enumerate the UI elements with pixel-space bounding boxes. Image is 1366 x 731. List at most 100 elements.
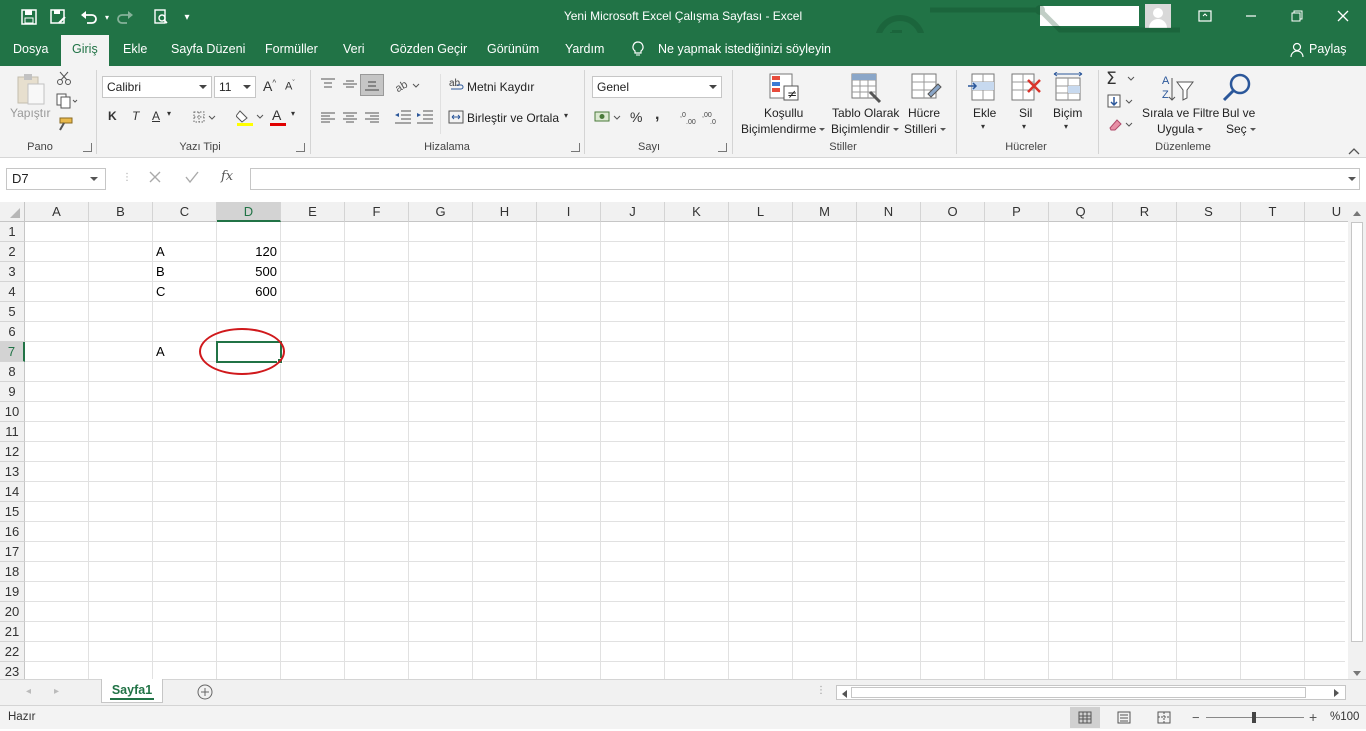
column-header-e[interactable]: E [281, 202, 345, 222]
wrap-text-icon[interactable]: ab [449, 76, 465, 95]
tab-home[interactable]: Giriş [61, 35, 109, 66]
tab-help[interactable]: Yardım [554, 33, 615, 66]
row-header-12[interactable]: 12 [0, 442, 25, 462]
scroll-left-icon[interactable] [840, 688, 848, 702]
column-header-d[interactable]: D [217, 202, 281, 222]
orientation-icon[interactable]: ab [393, 78, 423, 95]
lightbulb-icon[interactable] [632, 41, 644, 60]
font-color-dropdown-icon[interactable]: ▾ [291, 109, 295, 118]
column-header-r[interactable]: R [1113, 202, 1177, 222]
account-name-box[interactable] [1040, 6, 1139, 26]
row-header-9[interactable]: 9 [0, 382, 25, 402]
decrease-font-icon[interactable]: Aˇ [285, 80, 295, 93]
cell-c3[interactable]: B [156, 262, 165, 282]
tab-view[interactable]: Görünüm [476, 33, 550, 66]
new-sheet-icon[interactable] [197, 684, 213, 703]
zoom-level[interactable]: %100 [1330, 711, 1359, 723]
sort-filter-label-1[interactable]: Sırala ve Filtre [1142, 106, 1219, 120]
bold-button[interactable]: K [108, 109, 117, 123]
row-header-16[interactable]: 16 [0, 522, 25, 542]
column-header-n[interactable]: N [857, 202, 921, 222]
font-size-select[interactable]: 11 [214, 76, 256, 98]
column-header-i[interactable]: I [537, 202, 601, 222]
scroll-up-icon[interactable] [1351, 206, 1363, 220]
row-header-10[interactable]: 10 [0, 402, 25, 422]
column-header-k[interactable]: K [665, 202, 729, 222]
row-header-13[interactable]: 13 [0, 462, 25, 482]
column-header-c[interactable]: C [153, 202, 217, 222]
column-header-o[interactable]: O [921, 202, 985, 222]
number-launcher-icon[interactable] [718, 143, 727, 152]
row-header-19[interactable]: 19 [0, 582, 25, 602]
find-select-icon[interactable] [1222, 72, 1254, 107]
share-button[interactable]: Paylaş [1298, 33, 1358, 66]
row-header-4[interactable]: 4 [0, 282, 25, 302]
borders-icon[interactable] [193, 111, 219, 126]
worksheet-grid[interactable]: ABCDEFGHIJKLMNOPQRSTU 1 2 3 4 5 6 7 8 9 10 11 12 13 1… [0, 202, 1366, 679]
tab-review[interactable]: Gözden Geçir [379, 33, 478, 66]
row-header-3[interactable]: 3 [0, 262, 25, 282]
column-header-s[interactable]: S [1177, 202, 1241, 222]
insert-function-button[interactable]: fx [221, 169, 233, 184]
column-header-g[interactable]: G [409, 202, 473, 222]
page-layout-view-icon[interactable] [1117, 711, 1131, 727]
sheet-split-grip-icon[interactable]: ⋮ [816, 685, 826, 696]
row-header-15[interactable]: 15 [0, 502, 25, 522]
align-top-icon[interactable] [320, 78, 336, 93]
tab-page-layout[interactable]: Sayfa Düzeni [160, 33, 256, 66]
sort-filter-icon[interactable]: AZ [1160, 72, 1194, 107]
paste-label[interactable]: Yapıştır [10, 106, 50, 120]
fill-color-icon[interactable] [235, 108, 264, 129]
clear-icon[interactable] [1106, 116, 1136, 135]
horizontal-scrollbar[interactable] [836, 685, 1346, 700]
cell-d3[interactable]: 500 [217, 262, 277, 282]
font-color-button[interactable]: A [272, 107, 281, 123]
align-left-icon[interactable] [320, 112, 336, 127]
underline-dropdown-icon[interactable]: ▾ [167, 109, 171, 118]
increase-indent-icon[interactable] [416, 110, 434, 127]
decrease-decimal-icon[interactable]: ,00,0 [702, 110, 720, 127]
format-painter-icon[interactable] [56, 116, 74, 135]
close-icon[interactable] [1320, 5, 1366, 27]
scroll-right-icon[interactable] [1333, 687, 1341, 701]
increase-font-icon[interactable]: A^ [263, 78, 276, 94]
cell-c7[interactable]: A [156, 342, 165, 362]
zoom-slider-thumb[interactable] [1252, 712, 1256, 723]
row-header-21[interactable]: 21 [0, 622, 25, 642]
column-header-l[interactable]: L [729, 202, 793, 222]
autosum-icon[interactable]: Σ [1106, 69, 1136, 89]
format-as-table-label-1[interactable]: Tablo Olarak [832, 106, 899, 120]
page-break-view-icon[interactable] [1157, 711, 1171, 727]
format-cells-icon[interactable] [1052, 71, 1084, 107]
expand-formula-bar-icon[interactable] [1348, 177, 1356, 181]
cut-icon[interactable] [56, 70, 72, 89]
cell-c2[interactable]: A [156, 242, 165, 262]
vertical-scroll-thumb[interactable] [1351, 222, 1363, 642]
normal-view-button[interactable] [1070, 707, 1100, 728]
increase-decimal-icon[interactable]: ,0,00 [680, 110, 698, 127]
ribbon-display-options-icon[interactable] [1182, 5, 1228, 27]
cell-styles-label-2[interactable]: Stilleri [904, 122, 946, 136]
font-launcher-icon[interactable] [296, 143, 305, 152]
delete-cells-icon[interactable] [1010, 72, 1042, 107]
cancel-icon[interactable] [148, 170, 162, 187]
column-header-m[interactable]: M [793, 202, 857, 222]
row-header-8[interactable]: 8 [0, 362, 25, 382]
insert-cells-icon[interactable] [968, 72, 1000, 107]
column-header-t[interactable]: T [1241, 202, 1305, 222]
formula-input[interactable] [250, 168, 1360, 190]
delete-cells-dropdown-icon[interactable]: ▾ [1022, 122, 1026, 131]
restore-icon[interactable] [1274, 5, 1320, 27]
avatar[interactable] [1145, 4, 1171, 28]
merge-dropdown-icon[interactable]: ▾ [564, 111, 568, 120]
row-header-6[interactable]: 6 [0, 322, 25, 342]
horizontal-scroll-thumb[interactable] [851, 687, 1306, 698]
merge-center-button[interactable]: Birleştir ve Ortala [467, 111, 559, 125]
row-header-17[interactable]: 17 [0, 542, 25, 562]
find-select-label-1[interactable]: Bul ve [1222, 106, 1255, 120]
align-center-icon[interactable] [342, 112, 358, 127]
row-header-20[interactable]: 20 [0, 602, 25, 622]
tab-file[interactable]: Dosya [2, 33, 59, 66]
percent-button[interactable]: % [630, 109, 642, 125]
format-as-table-icon[interactable] [850, 72, 882, 107]
